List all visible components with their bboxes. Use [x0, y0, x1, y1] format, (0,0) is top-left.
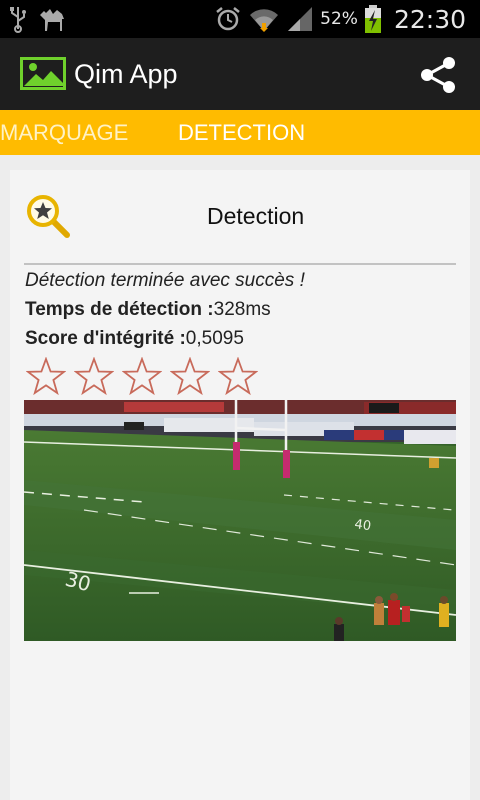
rating-stars[interactable] [26, 357, 258, 397]
star-icon[interactable] [170, 357, 210, 397]
integrity-score-value: 0,5095 [185, 328, 244, 349]
detection-title: Detection [207, 203, 305, 229]
rugby-pitch-photo: 30 40 [24, 400, 456, 641]
camel-icon [40, 9, 64, 31]
divider [24, 263, 456, 265]
star-icon[interactable] [74, 357, 114, 397]
star-icon[interactable] [26, 357, 66, 397]
star-icon[interactable] [122, 357, 162, 397]
action-bar: Qim App [0, 38, 480, 110]
status-bar: 52% 22:30 [0, 0, 480, 38]
tab-detection[interactable]: DETECTION [178, 120, 305, 146]
detection-time-label: Temps de détection : [25, 299, 214, 320]
tab-marquage[interactable]: MARQUAGE [0, 120, 128, 146]
detection-image: 30 40 [24, 400, 456, 641]
tab-bar: MARQUAGE DETECTION [0, 110, 480, 155]
battery-charging-icon [364, 5, 381, 33]
system-icons: 52% 22:30 [214, 2, 466, 36]
usb-icon [10, 7, 26, 33]
detection-time-value: 328ms [213, 299, 271, 320]
integrity-score-label: Score d'intégrité : [25, 328, 186, 349]
integrity-score-line: Score d'intégrité :0,5095 [25, 328, 244, 350]
svg-text:40: 40 [353, 517, 371, 534]
battery-percent: 52% [320, 9, 358, 29]
share-icon[interactable] [418, 55, 458, 95]
magnifier-star-icon [27, 195, 70, 238]
app-image-icon[interactable] [20, 57, 66, 90]
star-icon[interactable] [218, 357, 258, 397]
clock: 22:30 [393, 4, 466, 34]
notification-icons [8, 4, 68, 34]
detection-time-line: Temps de détection :328ms [25, 299, 271, 321]
status-message: Détection terminée avec succès ! [25, 270, 305, 291]
wifi-icon [250, 9, 279, 32]
alarm-icon [216, 7, 240, 31]
signal-icon [288, 7, 313, 31]
app-title: Qim App [74, 59, 178, 89]
